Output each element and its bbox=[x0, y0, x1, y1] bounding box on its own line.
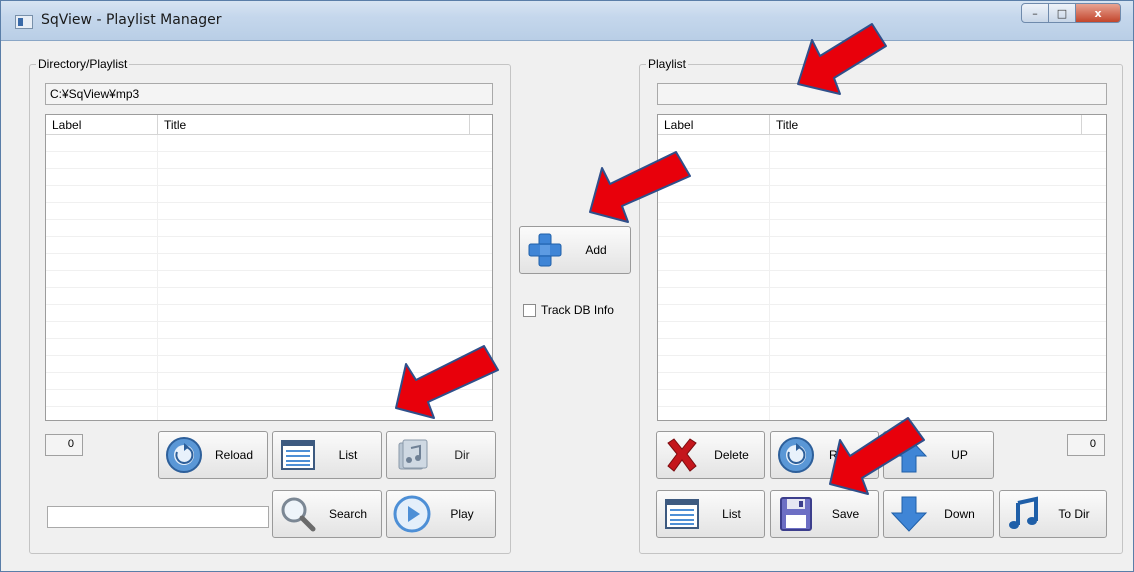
arrow-to-dir-button bbox=[395, 345, 499, 419]
arrow-to-add-button bbox=[589, 151, 691, 223]
arrow-to-playlist-name bbox=[797, 23, 887, 95]
annotation-arrows bbox=[395, 23, 925, 495]
arrow-to-save-button bbox=[829, 417, 925, 495]
